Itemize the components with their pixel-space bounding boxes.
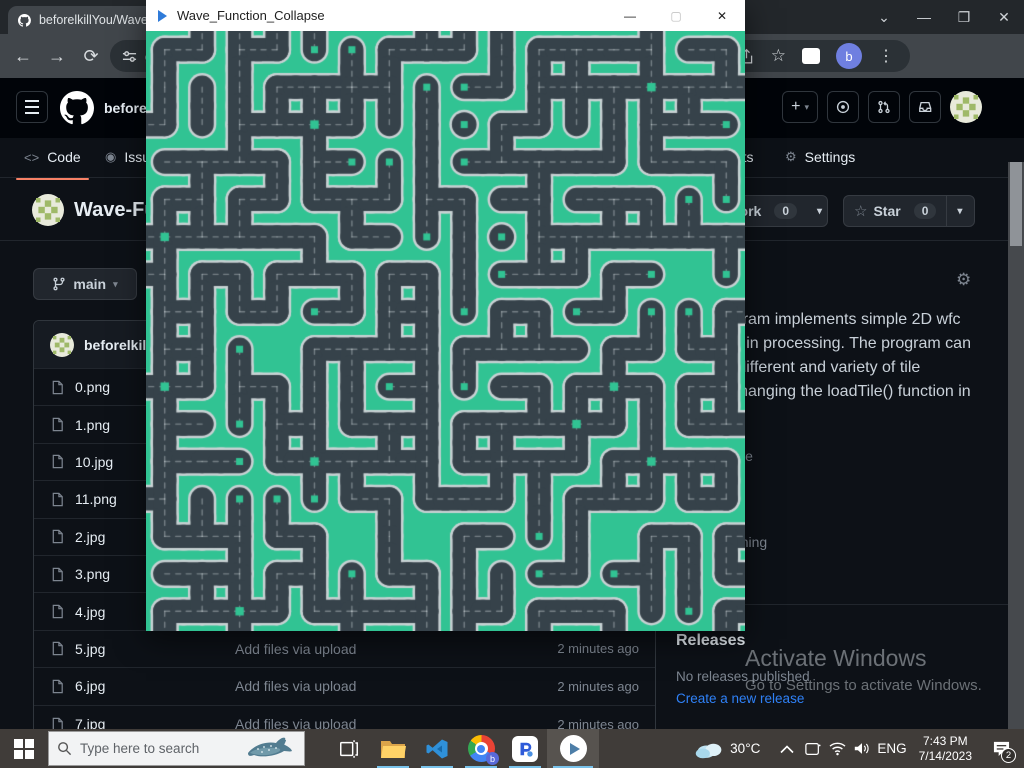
file-name[interactable]: 5.jpg	[75, 641, 225, 657]
weather-temperature[interactable]: 30°C	[730, 741, 760, 756]
file-name[interactable]: 6.jpg	[75, 678, 225, 694]
issues-global-icon[interactable]	[827, 91, 859, 123]
branch-selector[interactable]: main ▾	[33, 268, 137, 300]
create-new-button[interactable]: +▾	[782, 91, 818, 123]
bookmark-star-icon[interactable]: ☆	[771, 46, 786, 66]
file-icon	[50, 417, 65, 432]
star-icon: ☆	[854, 202, 867, 220]
app-title: Wave_Function_Collapse	[177, 8, 325, 23]
site-settings-icon[interactable]	[122, 49, 137, 64]
chrome-icon[interactable]: b	[459, 729, 503, 768]
browser-menu-kebab-icon[interactable]: ⋮	[878, 46, 894, 66]
notification-count-badge: 2	[1001, 748, 1016, 763]
star-button[interactable]: ☆ Star0 ▾	[843, 195, 975, 227]
file-commit-time: 2 minutes ago	[557, 717, 639, 729]
chrome-profile-badge: b	[486, 752, 499, 765]
repo-owner-avatar	[32, 194, 64, 226]
file-commit-message[interactable]: Add files via upload	[235, 678, 547, 694]
clock[interactable]: 7:43 PM 7/14/2023	[913, 734, 978, 764]
file-icon	[50, 641, 65, 656]
wifi-icon[interactable]	[828, 741, 847, 756]
releases-heading[interactable]: Releases	[676, 632, 745, 650]
search-placeholder: Type here to search	[80, 741, 236, 756]
code-tab-icon: <>	[24, 150, 39, 165]
github-favicon	[18, 13, 31, 28]
file-icon	[50, 380, 65, 395]
language-indicator[interactable]: ENG	[877, 741, 906, 756]
start-button[interactable]	[0, 729, 48, 768]
star-count: 0	[914, 203, 937, 219]
app-titlebar[interactable]: Wave_Function_Collapse — ▢ ✕	[146, 0, 745, 31]
vscode-icon[interactable]	[415, 729, 459, 768]
search-icon	[57, 741, 72, 756]
app-close-button[interactable]: ✕	[699, 0, 745, 31]
file-icon	[50, 529, 65, 544]
app-maximize-button[interactable]: ▢	[653, 0, 699, 31]
processing-ide-icon[interactable]	[503, 729, 547, 768]
branch-icon	[52, 277, 66, 291]
app-minimize-button[interactable]: —	[607, 0, 653, 31]
volume-icon[interactable]	[853, 741, 871, 756]
file-name[interactable]: 7.jpg	[75, 716, 225, 729]
file-icon	[50, 492, 65, 507]
repo-tab-settings[interactable]: ⚙Settings	[785, 138, 855, 176]
task-view-icon[interactable]	[327, 729, 371, 768]
browser-close-button[interactable]: ✕	[984, 9, 1024, 26]
repo-tab-code[interactable]: <>Code	[24, 138, 81, 176]
whale-shark-search-highlight-icon[interactable]	[244, 735, 296, 763]
file-icon	[50, 454, 65, 469]
file-commit-message[interactable]: Add files via upload	[235, 641, 547, 657]
file-icon	[50, 567, 65, 582]
side-panel-icon[interactable]	[802, 48, 820, 64]
action-center-icon[interactable]: 2	[984, 729, 1018, 768]
table-row[interactable]: 7.jpg Add files via upload 2 minutes ago	[34, 706, 655, 729]
processing-sketch-window[interactable]: Wave_Function_Collapse — ▢ ✕	[146, 0, 745, 631]
page-scrollbar[interactable]	[1008, 162, 1024, 729]
file-icon	[50, 679, 65, 694]
settings-tab-icon: ⚙	[785, 149, 797, 165]
github-logo-icon[interactable]	[60, 91, 94, 125]
fork-count: 0	[774, 203, 797, 219]
browser-restore-button[interactable]: ❐	[944, 9, 984, 26]
inbox-icon[interactable]	[909, 91, 941, 123]
browser-profile-avatar[interactable]: b	[836, 43, 862, 69]
forward-icon[interactable]: →	[40, 46, 74, 67]
tablet-device-icon[interactable]	[804, 741, 822, 757]
user-avatar[interactable]	[950, 91, 982, 123]
file-commit-time: 2 minutes ago	[557, 641, 639, 656]
tab-search-chevron-icon[interactable]: ⌄	[864, 9, 904, 26]
time: 7:43 PM	[919, 734, 972, 749]
fork-caret[interactable]: ▾	[807, 206, 832, 217]
pull-requests-global-icon[interactable]	[868, 91, 900, 123]
file-commit-message[interactable]: Add files via upload	[235, 716, 547, 729]
taskbar: Type here to search b	[0, 729, 1024, 768]
file-explorer-icon[interactable]	[371, 729, 415, 768]
back-icon[interactable]: ←	[6, 46, 40, 67]
issues-tab-icon: ◉	[105, 149, 116, 165]
table-row[interactable]: 6.jpg Add files via upload 2 minutes ago	[34, 668, 655, 705]
file-icon	[50, 604, 65, 619]
file-commit-time: 2 minutes ago	[557, 679, 639, 694]
star-caret[interactable]: ▾	[947, 206, 972, 217]
taskbar-search-input[interactable]: Type here to search	[48, 731, 305, 766]
weather-cloud-icon[interactable]	[694, 739, 724, 759]
wfc-pattern-canvas	[146, 31, 745, 631]
desktop: beforelkillYou/Wave_Function_Collapse ⌄ …	[0, 0, 1024, 768]
about-settings-gear-icon[interactable]: ⚙	[956, 270, 971, 290]
processing-sketch-taskbar-icon[interactable]	[547, 729, 599, 768]
tray-expand-chevron-icon[interactable]	[776, 743, 798, 755]
reload-icon[interactable]: ⟳	[74, 46, 108, 67]
committer-avatar	[50, 333, 74, 357]
hamburger-menu-icon[interactable]	[16, 91, 48, 123]
date: 7/14/2023	[919, 749, 972, 764]
file-icon	[50, 717, 65, 729]
branch-name: main	[73, 276, 106, 292]
activate-windows-watermark: Activate Windows Go to Settings to activ…	[745, 645, 982, 694]
sketch-play-icon	[158, 10, 167, 22]
table-row[interactable]: 5.jpg Add files via upload 2 minutes ago	[34, 631, 655, 668]
scrollbar-thumb[interactable]	[1010, 162, 1022, 246]
windows-logo-icon	[14, 739, 34, 759]
browser-minimize-button[interactable]: —	[904, 9, 944, 25]
